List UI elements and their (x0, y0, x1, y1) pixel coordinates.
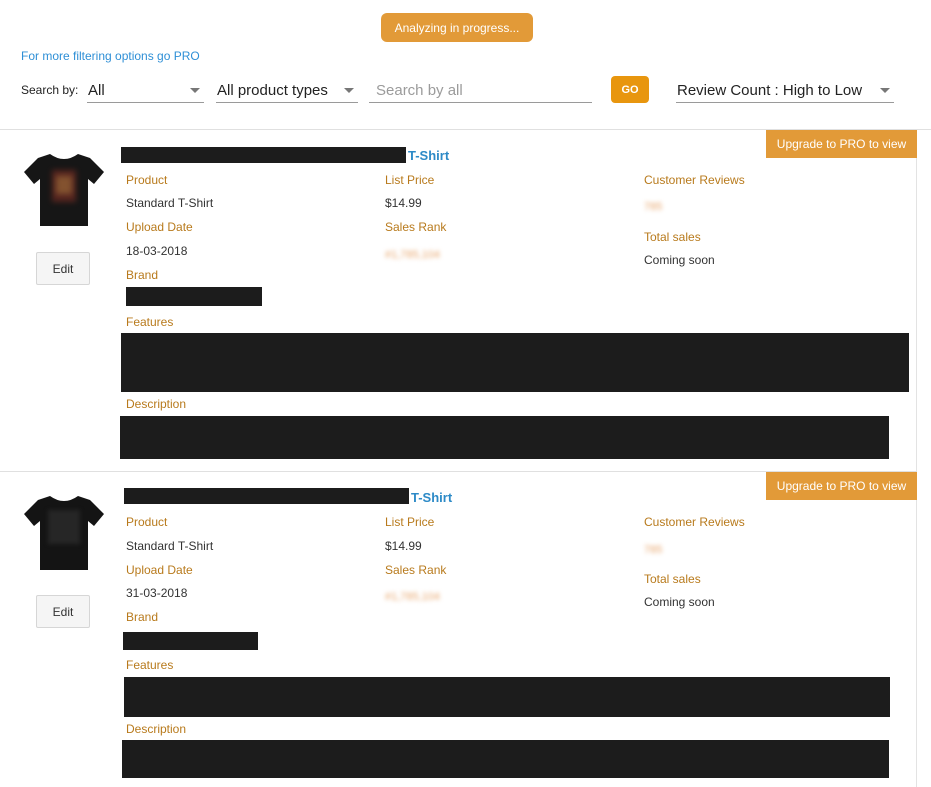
chevron-down-icon (344, 87, 354, 93)
redacted-features (124, 677, 890, 717)
total-sales-value: Coming soon (644, 253, 715, 267)
product-label: Product (126, 515, 168, 529)
product-value: Standard T-Shirt (126, 196, 214, 210)
edit-button[interactable]: Edit (36, 252, 90, 285)
customer-reviews-label: Customer Reviews (644, 515, 745, 529)
upload-date-value: 18-03-2018 (126, 244, 188, 258)
upload-date-label: Upload Date (126, 220, 193, 234)
product-type-select[interactable]: All product types (216, 78, 358, 103)
product-card: Edit T-Shirt Upgrade to PRO to view Prod… (0, 130, 917, 471)
features-label: Features (126, 658, 174, 672)
sales-rank-label: Sales Rank (385, 563, 447, 577)
search-by-select[interactable]: All (87, 78, 204, 103)
sales-rank-value-blurred: #1,785,104 (385, 249, 441, 261)
upload-date-label: Upload Date (126, 563, 193, 577)
sort-value: Review Count : High to Low (677, 81, 863, 99)
list-price-value: $14.99 (385, 539, 422, 553)
redacted-brand (123, 632, 258, 650)
edit-button[interactable]: Edit (36, 595, 90, 628)
sales-rank-label: Sales Rank (385, 220, 447, 234)
brand-label: Brand (126, 610, 159, 624)
product-title-suffix[interactable]: T-Shirt (408, 148, 449, 163)
tshirt-thumbnail (24, 154, 104, 226)
go-pro-link[interactable]: For more filtering options go PRO (21, 49, 200, 63)
description-label: Description (126, 397, 187, 411)
go-button[interactable]: GO (611, 76, 649, 103)
product-title-suffix[interactable]: T-Shirt (411, 490, 452, 505)
analyzing-status-button[interactable]: Analyzing in progress... (381, 13, 533, 42)
sort-select[interactable]: Review Count : High to Low (676, 78, 894, 103)
redacted-title (121, 147, 406, 163)
customer-reviews-value-blurred: 785 (644, 201, 663, 213)
redacted-title (124, 488, 409, 504)
description-label: Description (126, 722, 187, 736)
upgrade-pro-button[interactable]: Upgrade to PRO to view (766, 472, 917, 500)
list-price-value: $14.99 (385, 196, 422, 210)
redacted-features (121, 333, 909, 392)
product-value: Standard T-Shirt (126, 539, 214, 553)
list-price-label: List Price (385, 515, 435, 529)
search-by-value: All (88, 81, 105, 99)
chevron-down-icon (190, 87, 200, 93)
redacted-description (120, 416, 889, 459)
total-sales-label: Total sales (644, 230, 701, 244)
total-sales-value: Coming soon (644, 595, 715, 609)
upload-date-value: 31-03-2018 (126, 586, 188, 600)
search-input[interactable] (369, 78, 592, 103)
upgrade-pro-button[interactable]: Upgrade to PRO to view (766, 130, 917, 158)
customer-reviews-label: Customer Reviews (644, 173, 745, 187)
product-label: Product (126, 173, 168, 187)
product-type-value: All product types (217, 81, 328, 99)
features-label: Features (126, 315, 174, 329)
brand-label: Brand (126, 268, 159, 282)
tshirt-thumbnail (24, 496, 104, 570)
total-sales-label: Total sales (644, 572, 701, 586)
list-price-label: List Price (385, 173, 435, 187)
product-card: Edit T-Shirt Upgrade to PRO to view Prod… (0, 472, 917, 787)
redacted-description (122, 740, 889, 778)
redacted-brand (126, 287, 262, 306)
customer-reviews-value-blurred: 785 (644, 544, 663, 556)
chevron-down-icon (880, 87, 890, 93)
sales-rank-value-blurred: #1,785,104 (385, 591, 441, 603)
search-by-label: Search by: (21, 83, 79, 97)
